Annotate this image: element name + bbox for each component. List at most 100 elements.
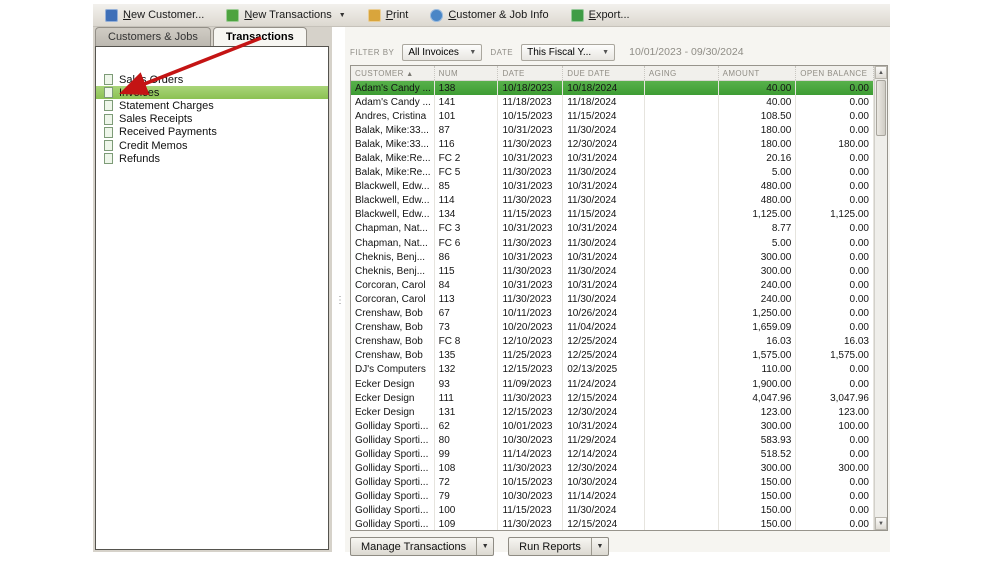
- table-row[interactable]: Crenshaw, Bob 73 10/20/2023 11/04/2024 1,659…: [351, 320, 874, 335]
- column-header-date[interactable]: DATE: [498, 66, 564, 80]
- table-row[interactable]: Blackwell, Edw... 134 11/15/2023 11/15/2024…: [351, 207, 874, 222]
- column-header-customer[interactable]: CUSTOMER ▲: [351, 66, 435, 80]
- cell-num: 99: [435, 447, 499, 462]
- cell-date: 11/30/2023: [498, 165, 564, 180]
- column-header-open_balance[interactable]: OPEN BALANCE: [796, 66, 874, 80]
- table-row[interactable]: Adam's Candy ... 141 11/18/2023 11/18/2024 4…: [351, 95, 874, 110]
- cell-due_date: 12/25/2024: [563, 348, 645, 363]
- export-button[interactable]: Export...: [565, 7, 636, 24]
- table-row[interactable]: Golliday Sporti... 62 10/01/2023 10/31/2024…: [351, 419, 874, 434]
- column-header-num[interactable]: NUM: [435, 66, 499, 80]
- cell-num: 87: [435, 123, 499, 138]
- sidebar-item-received-payments[interactable]: Received Payments: [96, 126, 328, 139]
- table-row[interactable]: Ecker Design 93 11/09/2023 11/24/2024 1,900.…: [351, 376, 874, 392]
- cell-due_date: 12/25/2024: [563, 334, 645, 349]
- tab-transactions[interactable]: Transactions: [212, 27, 307, 46]
- sidebar-item-sales-receipts[interactable]: Sales Receipts: [96, 113, 328, 126]
- panel-splitter[interactable]: ⋮: [332, 27, 345, 552]
- cell-date: 12/15/2023: [498, 362, 564, 377]
- cell-aging: [645, 405, 719, 420]
- table-row[interactable]: Ecker Design 131 12/15/2023 12/30/2024 123.0…: [351, 405, 874, 420]
- chevron-down-icon[interactable]: ▼: [590, 538, 608, 555]
- cell-open_balance: 0.00: [796, 362, 874, 377]
- splitter-grip-icon[interactable]: ⋮: [335, 295, 345, 306]
- table-row[interactable]: Andres, Cristina 101 10/15/2023 11/15/2024 1…: [351, 109, 874, 124]
- cell-date: 11/18/2023: [498, 95, 564, 110]
- sidebar-item-statement-charges[interactable]: Statement Charges: [96, 99, 328, 112]
- table-row[interactable]: Golliday Sporti... 99 11/14/2023 12/14/2024…: [351, 447, 874, 462]
- chevron-down-icon[interactable]: ▼: [476, 538, 493, 555]
- table-row[interactable]: Chapman, Nat... FC 3 10/31/2023 10/31/2024 8…: [351, 221, 874, 237]
- sidebar-item-invoices[interactable]: Invoices: [96, 86, 328, 100]
- table-row[interactable]: Cheknis, Benj... 115 11/30/2023 11/30/2024 3…: [351, 264, 874, 279]
- table-row[interactable]: Golliday Sporti... 79 10/30/2023 11/14/2024…: [351, 489, 874, 504]
- filter-by-select[interactable]: All Invoices ▼: [402, 43, 483, 61]
- table-row[interactable]: Golliday Sporti... 72 10/15/2023 10/30/2024…: [351, 475, 874, 490]
- table-row[interactable]: Chapman, Nat... FC 6 11/30/2023 11/30/2024 5…: [351, 236, 874, 251]
- app-window: New Customer... New Transactions ▼ Print Cus…: [93, 4, 890, 556]
- table-row[interactable]: Balak, Mike:Re... FC 5 11/30/2023 11/30/202…: [351, 165, 874, 180]
- cell-aging: [645, 151, 719, 166]
- cell-open_balance: 0.00: [796, 278, 874, 293]
- cell-aging: [645, 123, 719, 138]
- manage-transactions-button[interactable]: Manage Transactions ▼: [350, 537, 495, 556]
- vertical-scrollbar[interactable]: ▲ ▼: [874, 66, 887, 530]
- cell-amount: 180.00: [719, 137, 797, 152]
- table-row[interactable]: Adam's Candy ... 138 10/18/2023 10/18/2024 4…: [351, 81, 874, 96]
- cell-amount: 300.00: [719, 461, 797, 476]
- table-row[interactable]: Golliday Sporti... 100 11/15/2023 11/30/202…: [351, 503, 874, 518]
- scroll-down-button[interactable]: ▼: [875, 517, 887, 530]
- cell-customer: Blackwell, Edw...: [351, 207, 435, 222]
- panel-tabs: Customers & Jobs Transactions: [95, 27, 309, 46]
- cell-customer: Golliday Sporti...: [351, 475, 435, 490]
- cell-due_date: 12/30/2024: [563, 405, 645, 420]
- run-reports-button[interactable]: Run Reports ▼: [508, 537, 609, 556]
- table-row[interactable]: Blackwell, Edw... 85 10/31/2023 10/31/2024 4…: [351, 179, 874, 194]
- cell-due_date: 11/30/2024: [563, 123, 645, 138]
- table-row[interactable]: Crenshaw, Bob 135 11/25/2023 12/25/2024 1,57…: [351, 348, 874, 363]
- date-select[interactable]: This Fiscal Y... ▼: [521, 43, 616, 61]
- table-row[interactable]: Crenshaw, Bob 67 10/11/2023 10/26/2024 1,250…: [351, 306, 874, 321]
- column-header-amount[interactable]: AMOUNT: [719, 66, 797, 80]
- table-row[interactable]: Corcoran, Carol 113 11/30/2023 11/30/2024 24…: [351, 292, 874, 307]
- column-header-aging[interactable]: AGING: [645, 66, 719, 80]
- table-row[interactable]: Ecker Design 111 11/30/2023 12/15/2024 4,047…: [351, 391, 874, 406]
- sidebar-item-sales-orders[interactable]: Sales Orders: [96, 73, 328, 86]
- column-header-due_date[interactable]: DUE DATE: [563, 66, 645, 80]
- table-row[interactable]: Cheknis, Benj... 86 10/31/2023 10/31/2024 30…: [351, 250, 874, 265]
- table-row[interactable]: Blackwell, Edw... 114 11/30/2023 11/30/2024…: [351, 193, 874, 208]
- table-row[interactable]: Balak, Mike:33... 87 10/31/2023 11/30/2024 1…: [351, 123, 874, 138]
- cell-open_balance: 0.00: [796, 165, 874, 180]
- cell-customer: Balak, Mike:33...: [351, 137, 435, 152]
- table-row[interactable]: Corcoran, Carol 84 10/31/2023 10/31/2024 240…: [351, 278, 874, 293]
- new-transactions-button[interactable]: New Transactions ▼: [220, 7, 351, 24]
- scroll-up-button[interactable]: ▲: [875, 66, 887, 79]
- cell-due_date: 11/30/2024: [563, 193, 645, 208]
- cell-amount: 300.00: [719, 419, 797, 434]
- table-row[interactable]: Golliday Sporti... 109 11/30/2023 12/15/202…: [351, 517, 874, 530]
- customer-job-info-button[interactable]: Customer & Job Info: [424, 7, 554, 24]
- table-row[interactable]: DJ's Computers 132 12/15/2023 02/13/2025 110…: [351, 362, 874, 377]
- scrollbar-thumb[interactable]: [876, 80, 886, 136]
- sidebar-item-refunds[interactable]: Refunds: [96, 152, 328, 165]
- sidebar-item-credit-memos[interactable]: Credit Memos: [96, 139, 328, 152]
- table-row[interactable]: Crenshaw, Bob FC 8 12/10/2023 12/25/2024 16.…: [351, 334, 874, 349]
- new-customer-button[interactable]: New Customer...: [99, 7, 210, 24]
- cell-due_date: 10/31/2024: [563, 278, 645, 293]
- cell-open_balance: 123.00: [796, 405, 874, 420]
- cell-customer: Balak, Mike:33...: [351, 123, 435, 138]
- cell-num: 80: [435, 433, 499, 448]
- cell-aging: [645, 207, 719, 222]
- table-row[interactable]: Golliday Sporti... 80 10/30/2023 11/29/2024…: [351, 433, 874, 448]
- cell-open_balance: 0.00: [796, 193, 874, 208]
- cell-amount: 240.00: [719, 292, 797, 307]
- cell-num: 131: [435, 405, 499, 420]
- table-row[interactable]: Golliday Sporti... 108 11/30/2023 12/30/202…: [351, 461, 874, 476]
- cell-customer: Golliday Sporti...: [351, 447, 435, 462]
- print-button[interactable]: Print: [362, 7, 415, 24]
- table-row[interactable]: Balak, Mike:33... 116 11/30/2023 12/30/2024…: [351, 137, 874, 152]
- table-row[interactable]: Balak, Mike:Re... FC 2 10/31/2023 10/31/202…: [351, 151, 874, 166]
- tab-customers-and-jobs[interactable]: Customers & Jobs: [95, 27, 211, 46]
- cell-customer: Cheknis, Benj...: [351, 250, 435, 265]
- toolbar-button-label: Customer & Job Info: [448, 9, 549, 21]
